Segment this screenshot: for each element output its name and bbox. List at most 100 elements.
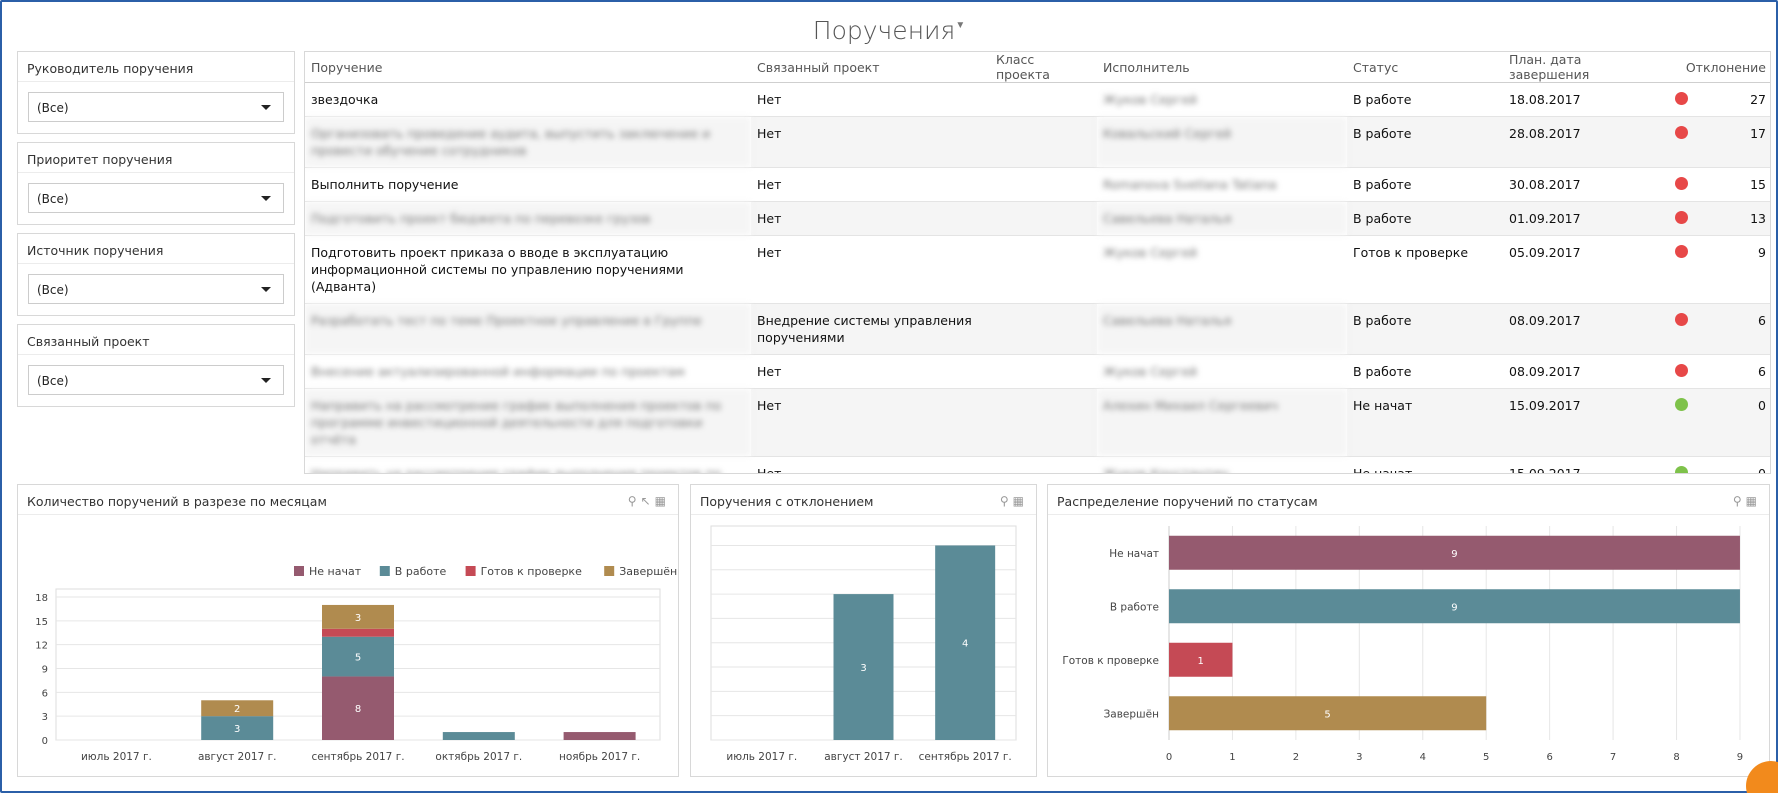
cell-status: В работе xyxy=(1347,167,1503,202)
y-tick-label: 6 xyxy=(42,688,48,699)
filter-icon[interactable]: ⚲ xyxy=(628,494,641,508)
cell-status: В работе xyxy=(1347,303,1503,355)
data-label: 3 xyxy=(860,663,866,674)
cell-deviation: 6 xyxy=(1663,354,1770,389)
cell-class xyxy=(990,116,1097,168)
cell-class xyxy=(990,303,1097,355)
legend-swatch xyxy=(379,566,390,576)
cell-date: 08.09.2017 xyxy=(1503,354,1663,389)
x-tick-label: октябрь 2017 г. xyxy=(435,751,522,763)
data-label: 4 xyxy=(962,639,968,650)
table-row[interactable]: Подготовить проект бюджета по перевозке … xyxy=(305,201,1770,236)
column-header-date[interactable]: План. дата завершения xyxy=(1503,52,1663,83)
status-indicator-icon xyxy=(1675,313,1688,326)
legend-label: Готов к проверке xyxy=(481,565,582,578)
grid-view-icon[interactable]: ▦ xyxy=(655,494,670,508)
data-label: 9 xyxy=(1451,549,1457,560)
x-tick-label: 5 xyxy=(1483,752,1489,763)
deviation-value: 9 xyxy=(1758,245,1766,260)
y-tick-label: 12 xyxy=(35,641,48,652)
table-row[interactable]: Разработать тест по теме Проектное управ… xyxy=(305,303,1770,355)
cell-task: Подготовить проект приказа о вводе в экс… xyxy=(305,235,751,304)
x-tick-label: июль 2017 г. xyxy=(726,751,797,763)
legend-label: Не начат xyxy=(309,565,362,578)
chart-title: Количество поручений в разрезе по месяца… xyxy=(18,485,678,515)
cell-task: Внесение актуализированной информации по… xyxy=(305,354,751,389)
data-label: 9 xyxy=(1451,602,1457,613)
cell-task: Подготовить проект бюджета по перевозке … xyxy=(305,201,751,236)
filter-priority-select[interactable]: (Все) xyxy=(28,183,284,213)
table-row[interactable]: Выполнить поручение Нет Romanova Svetlana … xyxy=(305,167,1770,202)
panel-tools: ⚲▦ xyxy=(1000,494,1028,508)
column-header-class[interactable]: Класс проекта xyxy=(990,52,1097,83)
table-row[interactable]: Направить на рассмотрение график выполне… xyxy=(305,456,1770,473)
filter-label: Руководитель поручения xyxy=(18,52,294,82)
cell-executor: Romanova Svetlana Tatiana xyxy=(1097,167,1347,202)
status-indicator-icon xyxy=(1675,126,1688,139)
legend-label: Завершён xyxy=(619,565,677,578)
filter-project-select[interactable]: (Все) xyxy=(28,365,284,395)
column-header-task[interactable]: Поручение xyxy=(305,52,751,83)
x-tick-label: сентябрь 2017 г. xyxy=(311,751,404,763)
table-row[interactable]: Внесение актуализированной информации по… xyxy=(305,354,1770,389)
y-tick-label: В работе xyxy=(1110,601,1159,613)
column-header-executor[interactable]: Исполнитель xyxy=(1097,52,1347,83)
cell-status: Не начат xyxy=(1347,456,1503,473)
column-header-project[interactable]: Связанный проект xyxy=(751,52,990,83)
filter-label: Приоритет поручения xyxy=(18,143,294,173)
x-tick-label: 6 xyxy=(1546,752,1552,763)
cell-project: Нет xyxy=(751,354,990,389)
filter-icon[interactable]: ⚲ xyxy=(1000,494,1013,508)
x-tick-label: август 2017 г. xyxy=(198,751,277,763)
x-tick-label: 8 xyxy=(1673,752,1679,763)
column-header-status[interactable]: Статус xyxy=(1347,52,1503,83)
table-row[interactable]: звездочка Нет Жуков Сергей В работе 18.08.20… xyxy=(305,82,1770,117)
status-indicator-icon xyxy=(1675,92,1688,105)
filter-icon[interactable]: ▼ xyxy=(955,20,965,31)
cell-class xyxy=(990,388,1097,457)
data-label: 2 xyxy=(234,704,240,715)
cell-executor: Савельева Наталья xyxy=(1097,201,1347,236)
cell-task: Организовать проведение аудита, выпустит… xyxy=(305,116,751,168)
cell-class xyxy=(990,456,1097,473)
y-tick-label: 9 xyxy=(42,665,48,676)
cell-executor: Жуков Сергей xyxy=(1097,235,1347,304)
cell-class xyxy=(990,201,1097,236)
chart-panel-statuses: Распределение поручений по статусам ⚲▦ 0… xyxy=(1047,484,1770,777)
cell-status: В работе xyxy=(1347,201,1503,236)
bar xyxy=(442,732,515,740)
cell-project: Нет xyxy=(751,235,990,304)
cell-deviation: 27 xyxy=(1663,82,1770,117)
y-tick-label: Не начат xyxy=(1109,548,1159,560)
x-tick-label: июль 2017 г. xyxy=(81,751,152,763)
table-row[interactable]: Организовать проведение аудита, выпустит… xyxy=(305,116,1770,168)
table-row[interactable]: Подготовить проект приказа о вводе в экс… xyxy=(305,235,1770,304)
data-label: 1 xyxy=(1198,656,1204,667)
filter-source-select[interactable]: (Все) xyxy=(28,274,284,304)
grid-view-icon[interactable]: ▦ xyxy=(1013,494,1028,508)
legend-label: В работе xyxy=(395,565,447,578)
panel-tools: ⚲▦ xyxy=(1733,494,1761,508)
grid-view-icon[interactable]: ▦ xyxy=(1746,494,1761,508)
status-indicator-icon xyxy=(1675,466,1688,473)
filter-manager-select[interactable]: (Все) xyxy=(28,92,284,122)
cell-class xyxy=(990,235,1097,304)
column-header-deviation[interactable]: Отклонение xyxy=(1663,52,1770,83)
cell-executor: Жуков Сергей xyxy=(1097,82,1347,117)
cell-project: Нет xyxy=(751,82,990,117)
grid-header-row: Поручение Связанный проект Класс проекта… xyxy=(305,52,1770,83)
panel-tools: ⚲↖▦ xyxy=(628,494,670,508)
cell-status: Готов к проверке xyxy=(1347,235,1503,304)
filter-icon[interactable]: ⚲ xyxy=(1733,494,1746,508)
y-tick-label: Завершён xyxy=(1104,708,1159,720)
statuses-chart: 0 1 2 3 4 5 6 7 8 9 Не начат 9 В работе 9 Готов к пров… xyxy=(1062,526,1743,763)
x-tick-label: август 2017 г. xyxy=(824,751,903,763)
x-tick-label: ноябрь 2017 г. xyxy=(559,751,640,763)
deviation-value: 0 xyxy=(1758,398,1766,413)
table-row[interactable]: Направить на рассмотрение график выполне… xyxy=(305,388,1770,457)
drill-up-icon[interactable]: ↖ xyxy=(641,494,655,508)
cell-task: Направить на рассмотрение график выполне… xyxy=(305,388,751,457)
chevron-down-icon xyxy=(261,287,271,292)
deviation-value: 17 xyxy=(1750,126,1766,141)
cell-status: В работе xyxy=(1347,116,1503,168)
